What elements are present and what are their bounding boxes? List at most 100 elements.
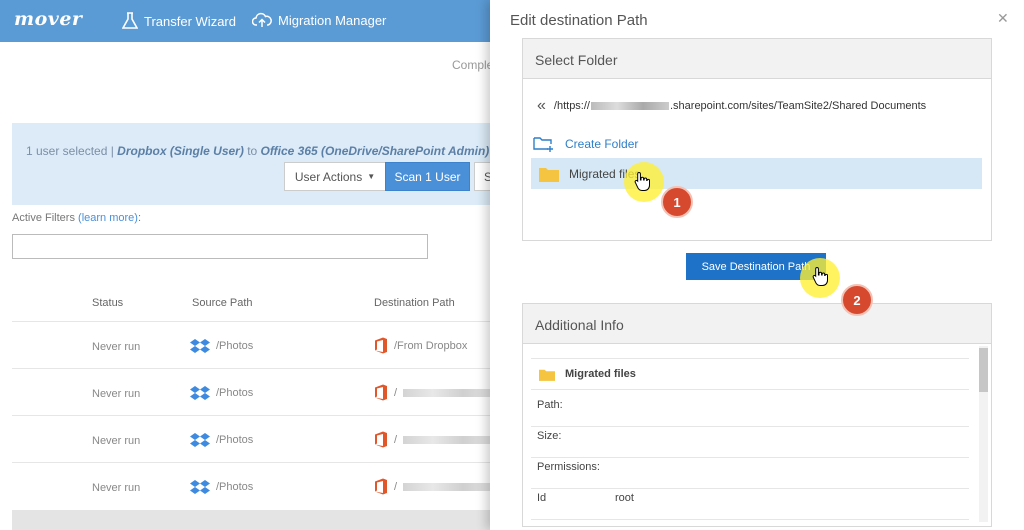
destination-path: / [394, 480, 398, 493]
office-icon [375, 431, 387, 448]
filters-colon: : [137, 212, 141, 224]
selection-summary: 1 user selected | Dropbox (Single User) … [26, 144, 489, 158]
step-1-badge: 1 [661, 186, 693, 218]
hand-cursor-icon [634, 171, 650, 191]
info-row-path: Path: [531, 399, 969, 427]
scrollbar-thumb[interactable] [979, 348, 988, 392]
redacted-path [403, 435, 494, 444]
info-label: Size: [537, 430, 562, 442]
caret-down-icon: ▼ [367, 172, 376, 181]
info-name-text: Migrated files [565, 368, 636, 380]
source-cell: /Photos [190, 338, 253, 354]
destination-cell: / [374, 478, 494, 495]
destination-cell: / [374, 384, 494, 401]
office-icon [375, 384, 387, 401]
table-row-selected[interactable] [12, 510, 490, 530]
destination-path: / [394, 386, 398, 399]
edit-destination-panel: Edit destination Path ✕ Select Folder « … [490, 0, 1024, 530]
source-path: /Photos [216, 387, 254, 399]
nav-migration-manager[interactable]: Migration Manager [252, 12, 386, 28]
step-2-badge: 2 [841, 284, 873, 316]
folder-icon [539, 369, 555, 381]
double-chevron-left-icon[interactable]: « [537, 97, 546, 115]
source-connector: Dropbox (Single User) [117, 144, 244, 158]
close-icon[interactable]: ✕ [997, 10, 1009, 27]
source-path: /Photos [216, 340, 254, 352]
info-value: root [615, 492, 634, 504]
column-destination-path[interactable]: Destination Path [374, 297, 455, 309]
nav-transfer-wizard-label: Transfer Wizard [144, 13, 236, 29]
path-suffix: .sharepoint.com/sites/TeamSite2/Shared D… [669, 100, 927, 112]
current-path: « /https:// .sharepoint.com/sites/TeamSi… [537, 97, 926, 115]
hand-cursor-icon [812, 266, 828, 286]
info-label: Permissions: [537, 461, 600, 473]
selection-connector: to [243, 144, 261, 158]
new-folder-icon [533, 137, 553, 152]
create-folder-label: Create Folder [565, 137, 639, 151]
panel-title: Edit destination Path [510, 12, 648, 29]
source-cell: /Photos [190, 432, 253, 448]
start-button[interactable]: S [474, 162, 490, 191]
status-cell: Never run [92, 388, 141, 400]
complete-text: Comple [452, 58, 494, 72]
info-folder-name: Migrated files [531, 358, 969, 390]
destination-path: /From Dropbox [394, 339, 468, 352]
scan-user-button[interactable]: Scan 1 User [385, 162, 470, 191]
create-folder-button[interactable]: Create Folder [533, 135, 638, 153]
dropbox-icon [190, 480, 210, 494]
select-folder-header: Select Folder [523, 39, 991, 79]
select-folder-box: Select Folder « /https:// .sharepoint.co… [522, 38, 992, 241]
folder-icon [539, 167, 559, 182]
user-actions-label: User Actions [294, 169, 363, 184]
destination-cell: / [374, 431, 494, 448]
dropbox-icon [190, 433, 210, 447]
top-navbar: mover Transfer Wizard Migration Manager [0, 0, 490, 42]
redacted-path [403, 388, 494, 397]
office-icon [375, 337, 387, 354]
office-icon [375, 478, 387, 495]
info-row-permissions: Permissions: [531, 461, 969, 489]
path-text: /https:// .sharepoint.com/sites/TeamSite… [554, 100, 926, 112]
info-row-size: Size: [531, 430, 969, 458]
additional-info-box: Additional Info Migrated files Path: Siz… [522, 303, 992, 527]
additional-info-header: Additional Info [523, 304, 991, 344]
mover-logo[interactable]: mover [14, 8, 82, 30]
table-row[interactable]: Never run /Photos / [12, 368, 494, 415]
status-cell: Never run [92, 482, 141, 494]
dropbox-icon [190, 386, 210, 400]
selection-prefix: 1 user selected | [26, 144, 118, 158]
status-cell: Never run [92, 435, 141, 447]
status-cell: Never run [92, 341, 141, 353]
user-actions-button[interactable]: User Actions ▼ [284, 162, 386, 191]
source-path: /Photos [216, 481, 254, 493]
redacted-tenant [590, 102, 669, 110]
info-label: Path: [537, 399, 563, 411]
flask-icon [122, 12, 138, 29]
cloud-upload-icon [252, 12, 272, 27]
redacted-path [403, 482, 494, 491]
destination-path: / [394, 433, 398, 446]
table-row[interactable]: Never run /Photos /From Dropbox [12, 321, 490, 368]
learn-more-link[interactable]: (learn more) [78, 212, 138, 224]
filters-label-text: Active Filters [12, 212, 75, 224]
column-source-path[interactable]: Source Path [192, 297, 253, 309]
active-filters-input[interactable] [12, 234, 428, 259]
nav-transfer-wizard[interactable]: Transfer Wizard [122, 12, 236, 30]
destination-connector: Office 365 (OneDrive/SharePoint Admin) [260, 144, 490, 158]
source-cell: /Photos [190, 479, 253, 495]
table-row[interactable]: Never run /Photos / [12, 415, 494, 462]
info-row-id: Id root [531, 492, 969, 520]
column-status[interactable]: Status [92, 297, 123, 309]
active-filters-label: Active Filters (learn more): [12, 212, 141, 224]
folder-item-migrated-files[interactable]: Migrated files [531, 158, 982, 189]
path-prefix: /https:// [553, 100, 590, 112]
dropbox-icon [190, 339, 210, 353]
selection-bar: 1 user selected | Dropbox (Single User) … [12, 123, 490, 205]
source-path: /Photos [216, 434, 254, 446]
info-scrollbar[interactable] [979, 346, 988, 522]
nav-migration-manager-label: Migration Manager [278, 12, 387, 28]
table-row[interactable]: Never run /Photos / [12, 462, 494, 509]
info-label: Id [537, 492, 547, 504]
destination-cell: /From Dropbox [374, 337, 467, 354]
source-cell: /Photos [190, 385, 253, 401]
